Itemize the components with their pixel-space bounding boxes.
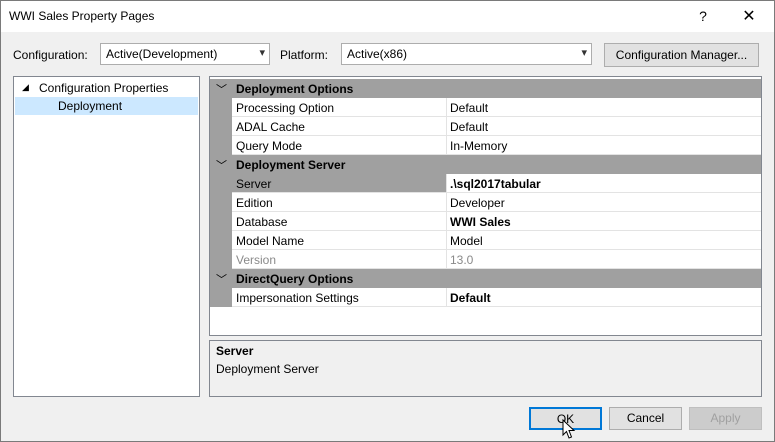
configuration-manager-button[interactable]: Configuration Manager... [604,43,759,67]
property-row[interactable]: Impersonation Settings Default [210,288,761,307]
category-directquery-options[interactable]: ﹀ DirectQuery Options [210,269,761,288]
chevron-down-icon[interactable]: ﹀ [216,271,227,287]
property-value[interactable]: WWI Sales [447,212,761,231]
property-row[interactable]: ADAL Cache Default [210,117,761,136]
chevron-down-icon: ▾ [259,47,265,59]
property-name: Processing Option [232,98,447,117]
property-value[interactable]: .\sql2017tabular [447,174,761,193]
property-name: Edition [232,193,447,212]
category-label: DirectQuery Options [236,272,354,286]
category-label: Deployment Server [236,158,346,172]
description-pane: Server Deployment Server [209,340,762,397]
tree-item-deployment-label: Deployment [58,99,123,113]
property-name: Version [232,250,447,269]
property-row-readonly: Version 13.0 [210,250,761,269]
property-pages-dialog: WWI Sales Property Pages ? ✕ Configurati… [0,0,775,442]
category-label: Deployment Options [236,82,354,96]
property-row[interactable]: Database WWI Sales [210,212,761,231]
property-name: ADAL Cache [232,117,447,136]
help-icon[interactable]: ? [684,1,722,32]
tree-item-configuration-properties[interactable]: Configuration Properties [39,81,168,95]
configuration-label: Configuration: [13,48,88,62]
chevron-down-icon[interactable]: ﹀ [216,157,227,173]
chevron-down-icon: ▾ [581,47,587,59]
property-value[interactable]: Default [447,98,761,117]
configuration-value: Active(Development) [106,47,218,61]
mouse-cursor-icon [562,419,576,439]
platform-value: Active(x86) [347,47,408,61]
category-deployment-options[interactable]: ﹀ Deployment Options [210,79,761,98]
tree-item-deployment[interactable]: Deployment [15,97,198,115]
apply-button: Apply [689,407,762,430]
property-row[interactable]: Processing Option Default [210,98,761,117]
property-row-selected[interactable]: Server .\sql2017tabular [210,174,761,193]
chevron-down-icon[interactable]: ﹀ [216,81,227,97]
property-grid: ﹀ Deployment Options Processing Option D… [209,76,762,336]
property-row[interactable]: Edition Developer [210,193,761,212]
close-icon[interactable]: ✕ [730,1,768,32]
description-text: Deployment Server [216,362,319,376]
property-value[interactable]: Default [447,288,761,307]
category-tree: ◢ Configuration Properties Deployment [13,76,200,397]
property-name: Database [232,212,447,231]
title-bar: WWI Sales Property Pages ? ✕ [1,1,774,32]
property-value[interactable]: Model [447,231,761,250]
property-name: Model Name [232,231,447,250]
property-value[interactable]: Default [447,117,761,136]
property-value: 13.0 [447,250,761,269]
property-name: Server [232,174,447,193]
platform-dropdown[interactable]: Active(x86) ▾ [341,43,592,65]
window-title: WWI Sales Property Pages [9,9,155,23]
platform-label: Platform: [280,48,329,62]
configuration-dropdown[interactable]: Active(Development) ▾ [100,43,270,65]
property-value[interactable]: Developer [447,193,761,212]
property-row[interactable]: Model Name Model [210,231,761,250]
cancel-button[interactable]: Cancel [609,407,682,430]
property-value[interactable]: In-Memory [447,136,761,155]
property-name: Query Mode [232,136,447,155]
category-deployment-server[interactable]: ﹀ Deployment Server [210,155,761,174]
description-title: Server [216,344,254,358]
property-name: Impersonation Settings [232,288,447,307]
property-row[interactable]: Query Mode In-Memory [210,136,761,155]
collapse-arrow-icon[interactable]: ◢ [22,82,29,93]
